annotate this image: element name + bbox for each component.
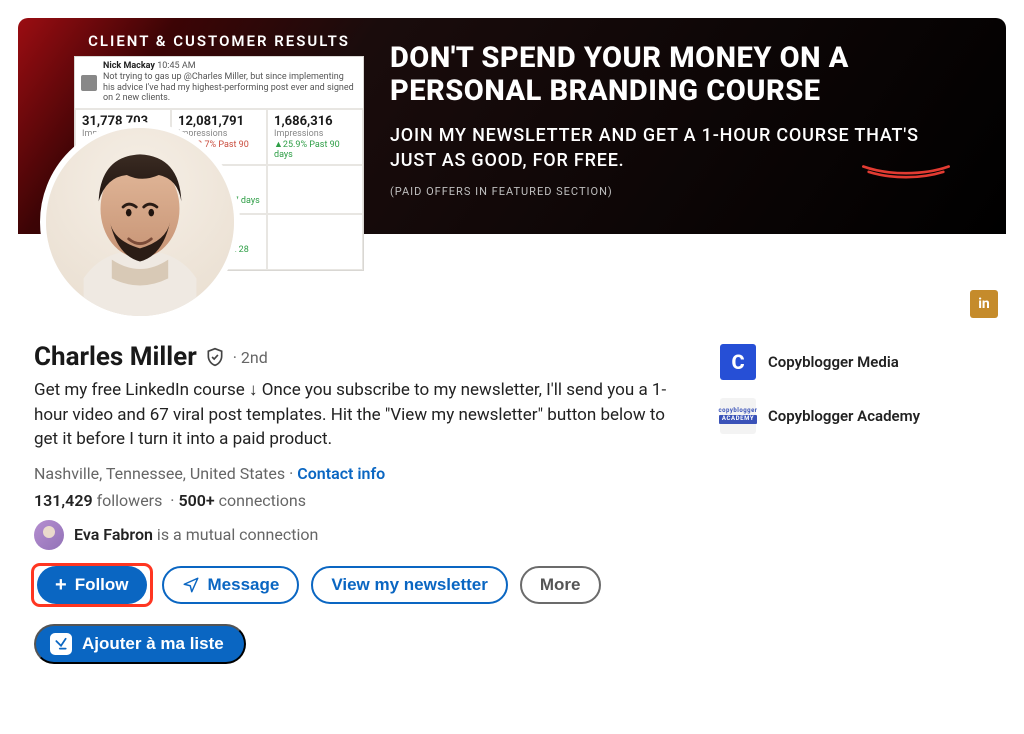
action-buttons: + Follow Message View my newsletter xyxy=(34,566,670,664)
tweet-avatar xyxy=(81,75,97,91)
linkedin-icon: in xyxy=(970,290,998,318)
mutual-avatar xyxy=(34,520,64,550)
underline-scribble-icon xyxy=(858,163,954,179)
org-logo: copybloggerACADEMY xyxy=(720,398,756,434)
follow-button-highlight: + Follow xyxy=(34,566,150,604)
connections-count: 500+ xyxy=(178,491,214,510)
cover-left-title: CLIENT & CUSTOMER RESULTS xyxy=(74,32,364,50)
org-name: Copyblogger Academy xyxy=(768,407,920,425)
cover-right-panel: DON'T SPEND YOUR MONEY ON A PERSONAL BRA… xyxy=(390,32,970,220)
mutual-row[interactable]: Eva Fabron is a mutual connection xyxy=(34,520,670,550)
mutual-suffix: is a mutual connection xyxy=(157,525,318,544)
more-label: More xyxy=(540,575,581,595)
profile-main: Charles Miller · 2nd Get my free LinkedI… xyxy=(34,342,670,664)
verified-shield-icon xyxy=(205,347,225,367)
location-row: Nashville, Tennessee, United States · Co… xyxy=(34,464,670,483)
profile-side: C Copyblogger Media copybloggerACADEMY C… xyxy=(720,342,990,664)
cover-sub: JOIN MY NEWSLETTER AND GET A 1-HOUR COUR… xyxy=(390,123,970,173)
message-button[interactable]: Message xyxy=(162,566,300,604)
org-logo: C xyxy=(720,344,756,380)
list-icon xyxy=(50,633,72,655)
location-text: Nashville, Tennessee, United States xyxy=(34,464,285,483)
message-label: Message xyxy=(208,575,280,595)
tweet-text: Not trying to gas up @Charles Miller, bu… xyxy=(103,72,354,104)
followers-count: 131,429 xyxy=(34,491,93,510)
send-icon xyxy=(182,576,200,594)
stats-cell: 1,686,316Impressions▲25.9% Past 90 days xyxy=(267,109,363,165)
avatar-image xyxy=(46,128,234,316)
profile-headline: Get my free LinkedIn course ↓ Once you s… xyxy=(34,378,670,452)
profile-name: Charles Miller xyxy=(34,342,197,372)
add-to-list-button[interactable]: Ajouter à ma liste xyxy=(34,624,246,664)
mutual-name: Eva Fabron xyxy=(74,525,153,544)
follow-label: Follow xyxy=(75,575,129,595)
follow-button[interactable]: + Follow xyxy=(37,566,147,604)
profile-avatar[interactable] xyxy=(40,122,240,322)
org-name: Copyblogger Media xyxy=(768,353,899,371)
followers-label: followers xyxy=(97,491,163,510)
cover-paid-note: (PAID OFFERS IN FEATURED SECTION) xyxy=(390,185,970,198)
cover-tweet: Nick Mackay 10:45 AM Not trying to gas u… xyxy=(75,57,363,109)
stats-cell xyxy=(267,165,363,214)
newsletter-button[interactable]: View my newsletter xyxy=(311,566,508,604)
tweet-time: 10:45 AM xyxy=(157,61,195,71)
add-to-list-label: Ajouter à ma liste xyxy=(82,634,224,654)
connections-label: connections xyxy=(219,491,306,510)
stats-row: 131,429 followers · 500+ connections xyxy=(34,491,670,510)
cover-headline: DON'T SPEND YOUR MONEY ON A PERSONAL BRA… xyxy=(390,42,970,109)
connection-degree: · 2nd xyxy=(233,348,268,367)
org-row[interactable]: C Copyblogger Media xyxy=(720,344,990,380)
contact-info-link[interactable]: Contact info xyxy=(297,464,385,483)
newsletter-label: View my newsletter xyxy=(331,575,488,595)
org-row[interactable]: copybloggerACADEMY Copyblogger Academy xyxy=(720,398,990,434)
tweet-name: Nick Mackay xyxy=(103,61,155,71)
more-button[interactable]: More xyxy=(520,566,601,604)
stats-cell xyxy=(267,214,363,270)
